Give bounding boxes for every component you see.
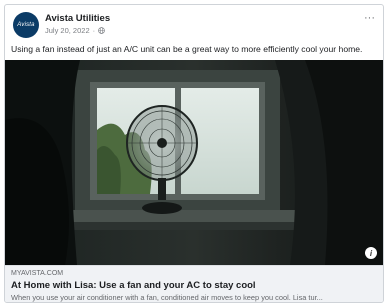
link-description: When you use your air conditioner with a… (11, 293, 323, 302)
post-meta: July 20, 2022 · (45, 26, 105, 35)
post-date[interactable]: July 20, 2022 (45, 26, 90, 35)
post-caption: Using a fan instead of just an A/C unit … (11, 44, 363, 54)
page-name-link[interactable]: Avista Utilities (45, 13, 110, 24)
avatar[interactable]: Avista (13, 12, 39, 38)
globe-icon (98, 27, 105, 34)
fan-by-window-photo (5, 60, 383, 265)
more-options-button[interactable]: ··· (364, 12, 375, 24)
post-image[interactable]: i (5, 60, 383, 265)
link-preview[interactable]: MYAVISTA.COM At Home with Lisa: Use a fa… (5, 265, 383, 302)
link-domain: MYAVISTA.COM (11, 270, 64, 277)
post-header: Avista Avista Utilities July 20, 2022 · … (11, 10, 377, 40)
facebook-post: Avista Avista Utilities July 20, 2022 · … (4, 4, 384, 303)
link-title[interactable]: At Home with Lisa: Use a fan and your AC… (11, 280, 256, 291)
avatar-logo-text: Avista (17, 22, 35, 28)
info-icon[interactable]: i (365, 247, 377, 259)
